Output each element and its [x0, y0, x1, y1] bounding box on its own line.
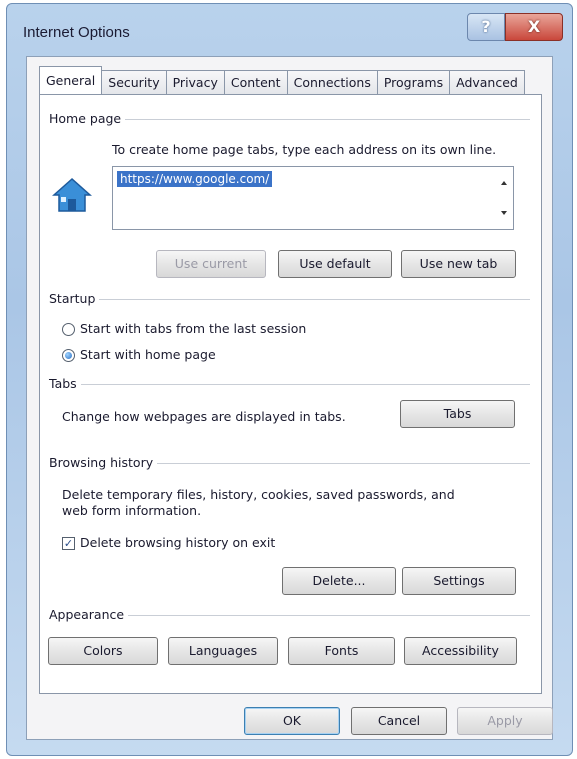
startup-group-line [50, 299, 530, 300]
ok-button[interactable]: OK [244, 707, 340, 735]
tab-strip: General Security Privacy Content Connect… [39, 66, 525, 94]
browsing-history-description-line2: web form information. [62, 503, 202, 518]
house-icon [52, 177, 92, 212]
general-tab-panel: Home page To create home page tabs, type… [39, 94, 542, 694]
delete-history-on-exit-checkbox[interactable]: ✓ [62, 537, 75, 550]
tab-content[interactable]: Content [223, 70, 288, 94]
apply-button[interactable]: Apply [457, 707, 553, 735]
delete-history-button[interactable]: Delete... [282, 567, 396, 595]
languages-button[interactable]: Languages [168, 637, 278, 665]
tabs-group-line [50, 384, 530, 385]
home-page-address-field[interactable]: https://www.google.com/ [112, 166, 514, 230]
history-settings-button[interactable]: Settings [402, 567, 516, 595]
use-default-button[interactable]: Use default [278, 250, 392, 278]
colors-button[interactable]: Colors [48, 637, 158, 665]
scroll-down-arrow-icon[interactable] [501, 211, 507, 215]
tab-connections[interactable]: Connections [286, 70, 378, 94]
tabs-settings-button[interactable]: Tabs [400, 400, 515, 428]
tab-privacy[interactable]: Privacy [165, 70, 225, 94]
use-current-button[interactable]: Use current [156, 250, 266, 278]
use-new-tab-button[interactable]: Use new tab [401, 250, 516, 278]
fonts-button[interactable]: Fonts [288, 637, 395, 665]
help-button[interactable]: ? [467, 13, 505, 41]
browsing-history-description-line1: Delete temporary files, history, cookies… [62, 487, 455, 502]
tab-programs[interactable]: Programs [376, 70, 451, 94]
tab-advanced[interactable]: Advanced [449, 70, 525, 94]
home-page-group-label: Home page [49, 111, 126, 126]
delete-history-on-exit-label: Delete browsing history on exit [80, 535, 276, 550]
home-page-instruction: To create home page tabs, type each addr… [112, 142, 497, 157]
cancel-button[interactable]: Cancel [351, 707, 447, 735]
tabs-description: Change how webpages are displayed in tab… [62, 409, 346, 424]
accessibility-button[interactable]: Accessibility [404, 637, 517, 665]
tabs-group-label: Tabs [49, 376, 81, 391]
radio-last-session-label: Start with tabs from the last session [80, 321, 307, 336]
radio-home-page[interactable] [62, 349, 75, 362]
radio-home-page-label: Start with home page [80, 347, 216, 362]
radio-last-session[interactable] [62, 323, 75, 336]
internet-options-dialog: Internet Options ? X General Security Pr… [6, 3, 573, 756]
dialog-client-area: General Security Privacy Content Connect… [26, 56, 553, 740]
appearance-group-label: Appearance [49, 607, 129, 622]
startup-group-label: Startup [49, 291, 100, 306]
title-bar[interactable]: Internet Options ? X [7, 4, 572, 54]
tab-general[interactable]: General [39, 66, 103, 94]
browsing-history-group-label: Browsing history [49, 455, 158, 470]
tab-security[interactable]: Security [101, 70, 167, 94]
home-page-address-value: https://www.google.com/ [117, 171, 273, 187]
window-title: Internet Options [23, 24, 130, 41]
scroll-up-arrow-icon[interactable] [501, 181, 507, 185]
close-button[interactable]: X [505, 13, 563, 41]
